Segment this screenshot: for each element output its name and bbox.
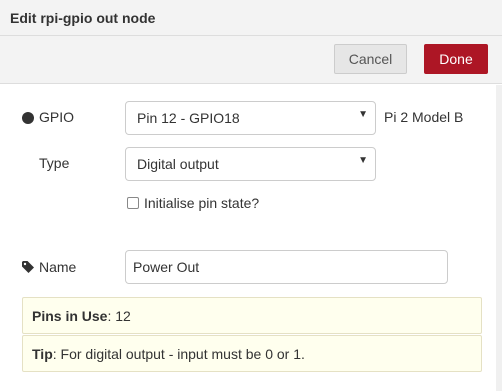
gpio-pin-select-value: Pin 12 - GPIO18 xyxy=(137,110,240,126)
dialog-title: Edit rpi-gpio out node xyxy=(0,0,502,36)
dialog-title-text: Edit rpi-gpio out node xyxy=(10,10,156,26)
cancel-button[interactable]: Cancel xyxy=(334,44,407,74)
name-label: Name xyxy=(39,259,77,275)
gpio-pin-select[interactable]: Pin 12 - GPIO18 ▼ xyxy=(125,101,376,135)
gpio-label: GPIO xyxy=(39,109,75,125)
type-label: Type xyxy=(39,155,70,171)
initialise-label: Initialise pin state? xyxy=(144,195,260,211)
type-select-value: Digital output xyxy=(137,156,219,172)
done-button[interactable]: Done xyxy=(424,44,488,74)
tip-box: Tip: For digital output - input must be … xyxy=(22,335,482,372)
tag-icon xyxy=(22,261,34,273)
circle-icon xyxy=(22,112,34,124)
dialog-toolbar: Cancel Done xyxy=(0,36,502,84)
name-input[interactable]: Power Out xyxy=(125,250,448,284)
board-model-label: Pi 2 Model B xyxy=(384,109,464,125)
caret-down-icon: ▼ xyxy=(358,109,368,120)
caret-down-icon: ▼ xyxy=(358,155,368,166)
pins-in-use-box: Pins in Use: 12 xyxy=(22,297,482,334)
tip-label: Tip xyxy=(32,346,53,362)
pins-in-use-value: : 12 xyxy=(107,308,131,324)
scrollbar[interactable] xyxy=(496,85,502,391)
pins-in-use-label: Pins in Use xyxy=(32,308,108,324)
tip-text: : For digital output - input must be 0 o… xyxy=(52,346,305,362)
type-select[interactable]: Digital output ▼ xyxy=(125,147,376,181)
initialise-checkbox[interactable] xyxy=(127,197,139,209)
